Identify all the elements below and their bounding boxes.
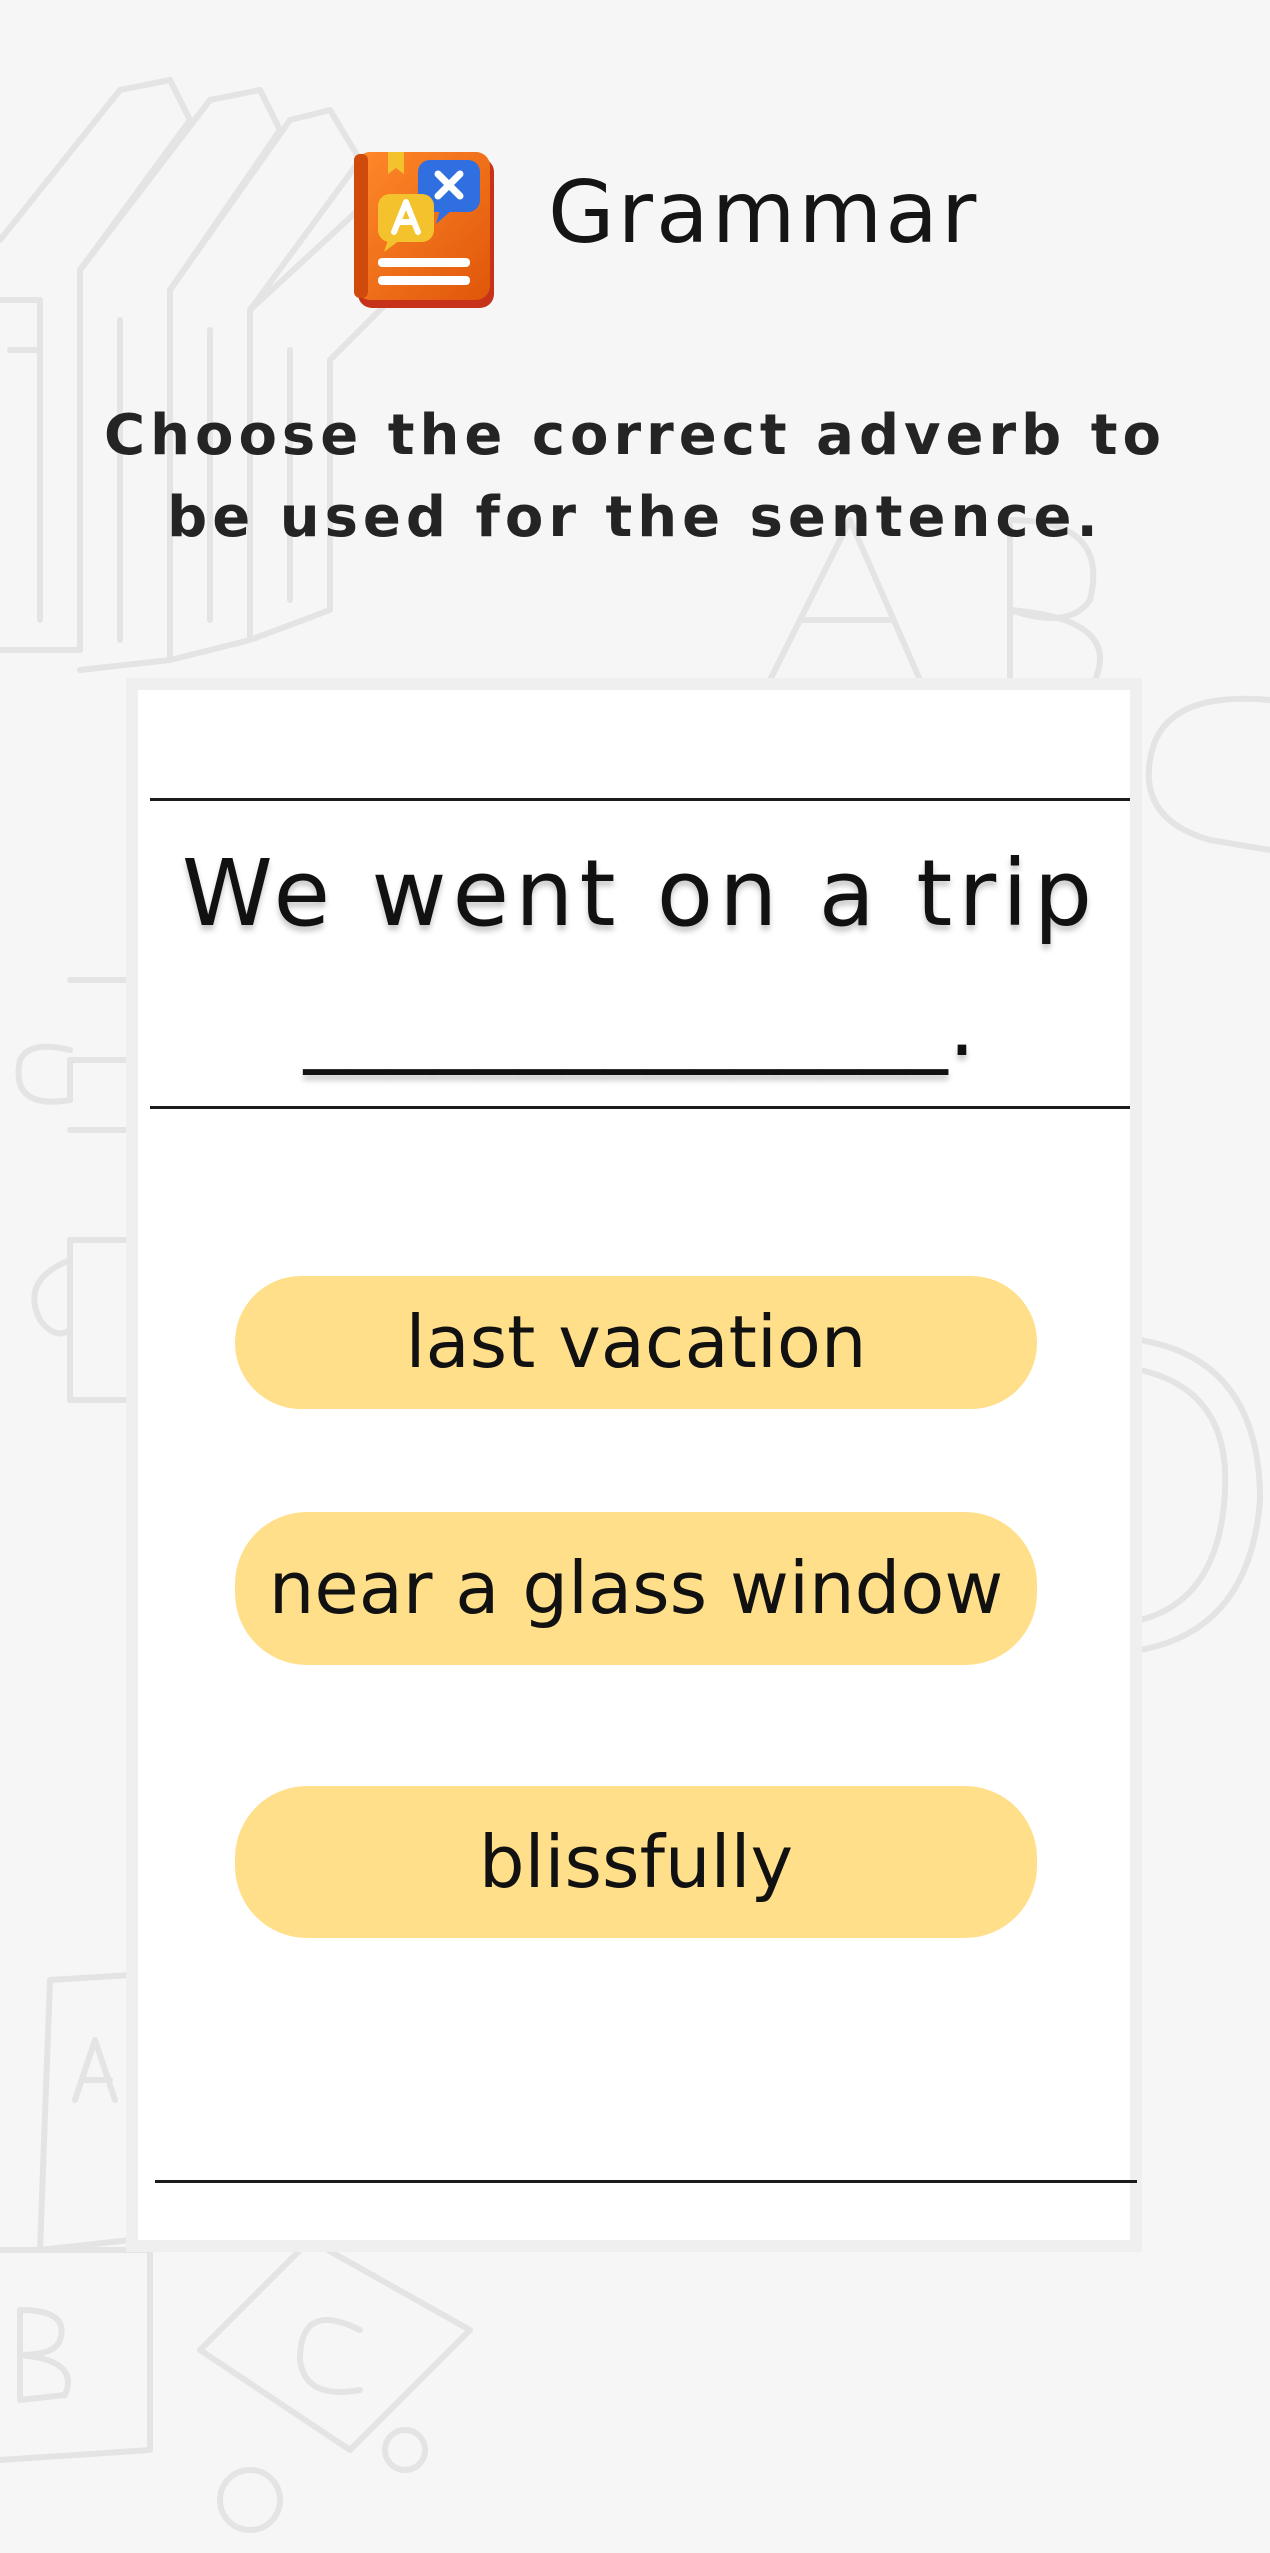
question-text: We went on a trip <box>181 840 1099 947</box>
option-blissfully[interactable]: blissfully <box>235 1786 1037 1938</box>
app-title: Grammar <box>548 163 980 263</box>
app-header: Grammar <box>0 130 1270 320</box>
answer-blank: _______________. <box>303 977 977 1075</box>
bottom-divider <box>155 2180 1137 2183</box>
question-sentence: We went on a trip _______________. <box>150 828 1130 1092</box>
circle-doodle <box>1137 1337 1263 1653</box>
middle-divider <box>150 1106 1130 1109</box>
top-divider <box>150 798 1130 801</box>
instruction-line-2: be used for the sentence. <box>167 485 1103 550</box>
puzzle-doodle <box>15 977 133 1403</box>
option-near-a-glass-window[interactable]: near a glass window <box>235 1512 1037 1665</box>
option-last-vacation[interactable]: last vacation <box>235 1276 1037 1409</box>
translate-book-icon <box>354 152 494 308</box>
question-card: We went on a trip _______________. last … <box>126 678 1142 2252</box>
instruction-line-1: Choose the correct adverb to <box>104 403 1166 468</box>
instruction-text: Choose the correct adverb to be used for… <box>100 395 1170 559</box>
